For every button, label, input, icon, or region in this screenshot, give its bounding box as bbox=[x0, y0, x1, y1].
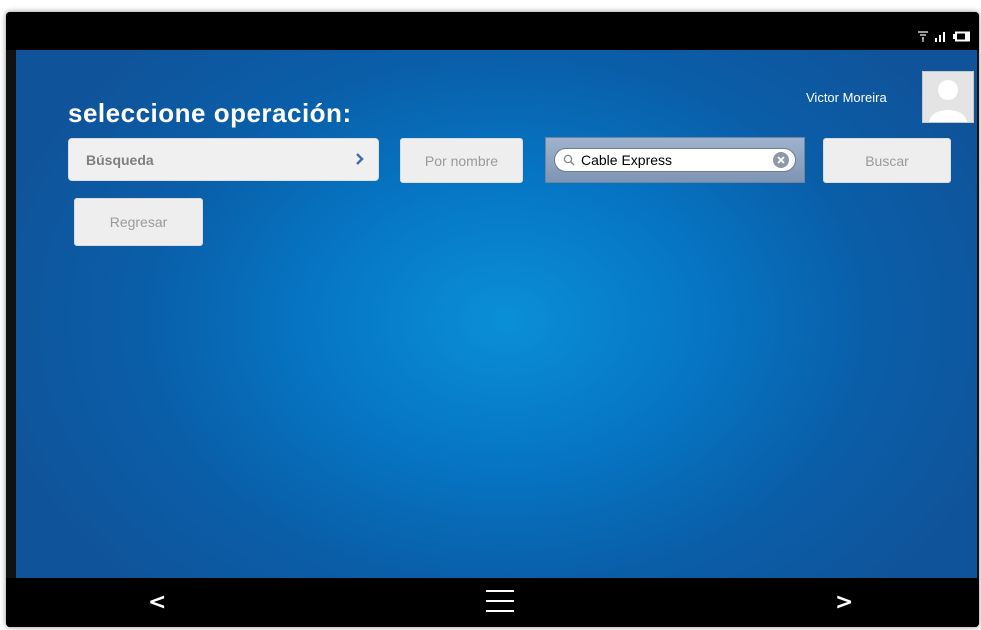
search-field[interactable] bbox=[554, 148, 796, 172]
operation-select-label: Búsqueda bbox=[86, 152, 154, 168]
operation-select[interactable]: Búsqueda bbox=[68, 138, 379, 181]
chevron-right-icon bbox=[356, 153, 364, 165]
signal-icon bbox=[935, 32, 945, 42]
nav-forward-button[interactable]: > bbox=[835, 590, 853, 615]
page-title: seleccione operación: bbox=[68, 98, 352, 128]
by-name-button[interactable]: Por nombre bbox=[400, 138, 523, 183]
avatar-icon bbox=[929, 80, 967, 122]
back-button[interactable]: Regresar bbox=[74, 198, 203, 246]
status-bar bbox=[6, 12, 979, 50]
navigation-bar: < > bbox=[6, 578, 979, 627]
battery-icon bbox=[953, 31, 970, 42]
status-icons bbox=[917, 28, 971, 42]
search-input[interactable] bbox=[581, 151, 761, 169]
nav-back-button[interactable]: < bbox=[148, 590, 166, 615]
menu-icon[interactable] bbox=[486, 590, 514, 616]
search-button[interactable]: Buscar bbox=[823, 138, 951, 183]
clear-icon[interactable] bbox=[773, 152, 789, 168]
wifi-icon bbox=[918, 31, 928, 42]
user-name: Victor Moreira bbox=[806, 90, 887, 105]
main-screen: seleccione operación: Victor Moreira Bús… bbox=[16, 50, 977, 578]
search-bar bbox=[545, 137, 805, 183]
tablet-frame: seleccione operación: Victor Moreira Bús… bbox=[6, 12, 979, 627]
avatar[interactable] bbox=[922, 71, 974, 123]
search-icon bbox=[563, 154, 575, 166]
